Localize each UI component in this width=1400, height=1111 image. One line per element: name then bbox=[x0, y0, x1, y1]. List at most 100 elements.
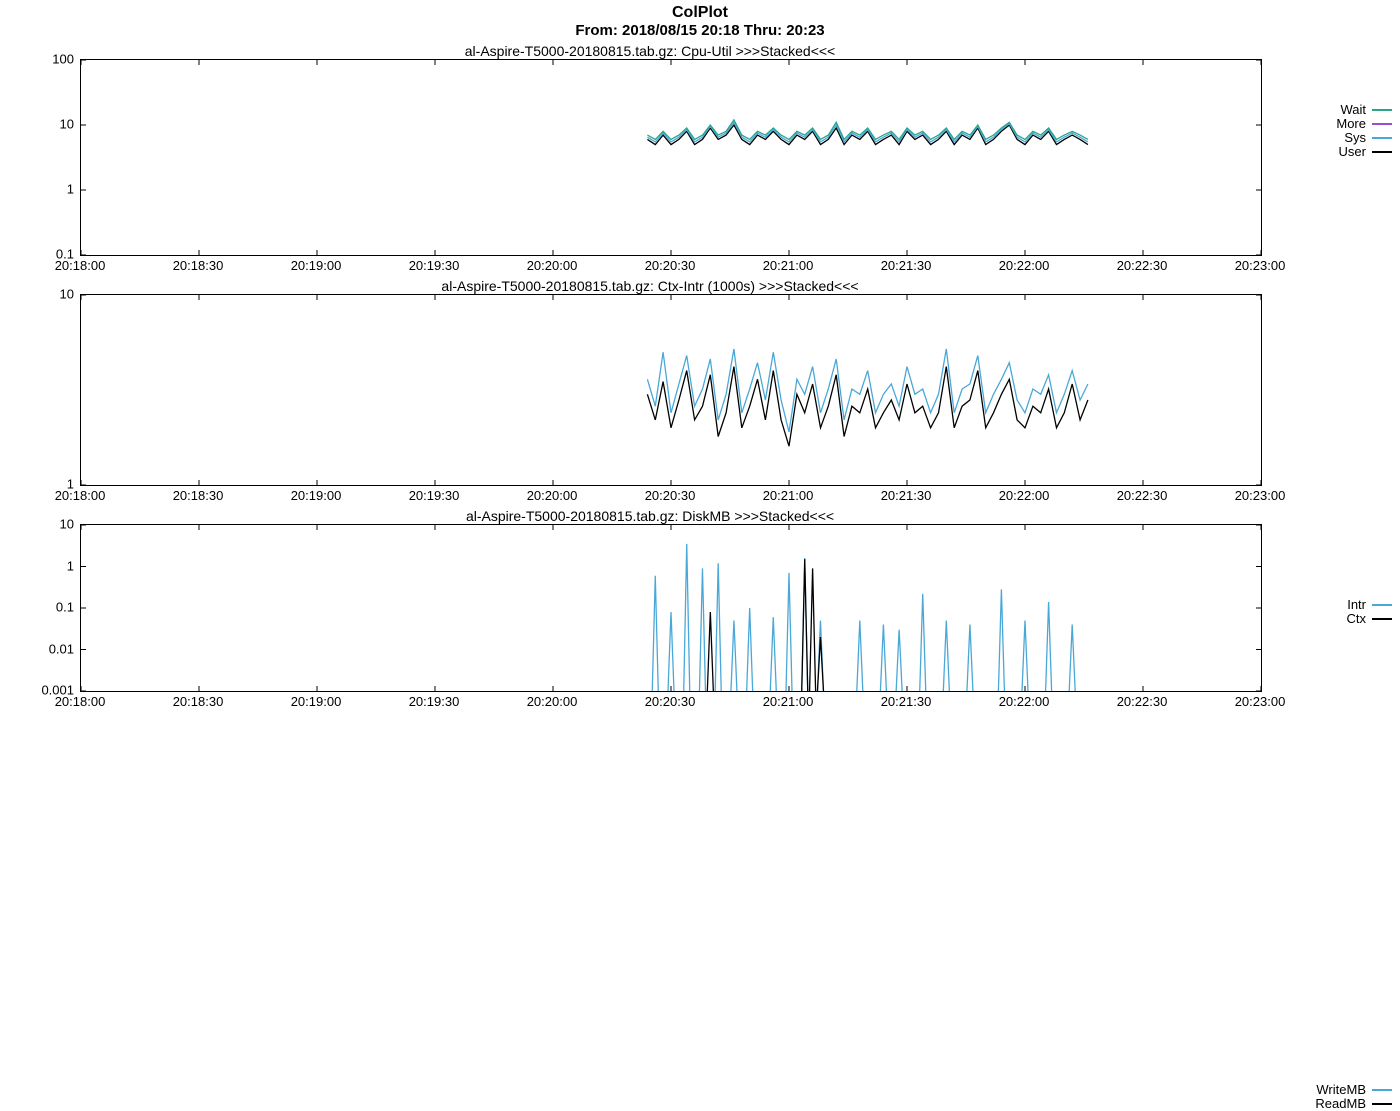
plot-area bbox=[80, 294, 1262, 486]
x-tick-label: 20:19:00 bbox=[291, 258, 342, 273]
x-tick-label: 20:22:00 bbox=[999, 258, 1050, 273]
chart-block: al-Aspire-T5000-20180815.tab.gz: Ctx-Int… bbox=[0, 278, 1400, 508]
spike bbox=[731, 620, 737, 691]
x-tick-label: 20:19:30 bbox=[409, 488, 460, 503]
x-tick-label: 20:18:00 bbox=[55, 488, 106, 503]
y-axis: 110 bbox=[0, 294, 80, 484]
x-tick-label: 20:21:00 bbox=[763, 258, 814, 273]
spike bbox=[684, 544, 690, 691]
spike bbox=[707, 612, 713, 691]
legend-entry: Wait bbox=[1336, 103, 1392, 117]
x-tick-label: 20:20:30 bbox=[645, 488, 696, 503]
x-tick-label: 20:20:30 bbox=[645, 694, 696, 709]
x-tick-label: 20:21:00 bbox=[763, 694, 814, 709]
legend-label: ReadMB bbox=[1315, 1097, 1366, 1111]
x-tick-label: 20:22:00 bbox=[999, 694, 1050, 709]
legend-swatch bbox=[1372, 1089, 1392, 1091]
spike bbox=[770, 617, 776, 691]
x-tick-label: 20:23:00 bbox=[1235, 694, 1286, 709]
x-tick-label: 20:20:00 bbox=[527, 694, 578, 709]
y-tick-label: 10 bbox=[60, 287, 74, 302]
spike bbox=[668, 612, 674, 691]
chart-title: al-Aspire-T5000-20180815.tab.gz: Ctx-Int… bbox=[0, 278, 1400, 294]
y-tick-label: 1 bbox=[67, 182, 74, 197]
x-tick-label: 20:21:30 bbox=[881, 258, 932, 273]
plot-area bbox=[80, 59, 1262, 256]
time-range: From: 2018/08/15 20:18 Thru: 20:23 bbox=[0, 22, 1400, 39]
spike bbox=[998, 589, 1004, 691]
y-tick-label: 10 bbox=[60, 517, 74, 532]
x-axis: 20:18:0020:18:3020:19:0020:19:3020:20:00… bbox=[80, 256, 1260, 278]
spike bbox=[967, 625, 973, 691]
chart-svg bbox=[81, 295, 1261, 485]
legend-swatch bbox=[1372, 151, 1392, 153]
x-tick-label: 20:21:00 bbox=[763, 488, 814, 503]
legend: WaitMoreSysUser bbox=[1336, 103, 1392, 159]
x-tick-label: 20:22:30 bbox=[1117, 258, 1168, 273]
legend-entry: Sys bbox=[1336, 131, 1392, 145]
legend-label: Wait bbox=[1340, 103, 1366, 117]
legend-entry: ReadMB bbox=[1315, 1097, 1392, 1111]
x-tick-label: 20:18:30 bbox=[173, 488, 224, 503]
x-tick-label: 20:20:00 bbox=[527, 488, 578, 503]
spike bbox=[1046, 602, 1052, 691]
x-tick-label: 20:20:30 bbox=[645, 258, 696, 273]
page-title: ColPlot bbox=[0, 0, 1400, 22]
spike bbox=[802, 559, 808, 691]
legend-swatch bbox=[1372, 123, 1392, 125]
chart-title: al-Aspire-T5000-20180815.tab.gz: DiskMB … bbox=[0, 508, 1400, 524]
chart-title: al-Aspire-T5000-20180815.tab.gz: Cpu-Uti… bbox=[0, 43, 1400, 59]
x-tick-label: 20:18:30 bbox=[173, 258, 224, 273]
y-tick-label: 0.1 bbox=[56, 600, 74, 615]
legend-swatch bbox=[1372, 137, 1392, 139]
y-axis: 0.0010.010.1110 bbox=[0, 524, 80, 690]
x-tick-label: 20:18:00 bbox=[55, 258, 106, 273]
x-tick-label: 20:18:00 bbox=[55, 694, 106, 709]
legend-label: User bbox=[1339, 145, 1366, 159]
spike bbox=[1069, 625, 1075, 691]
x-tick-label: 20:23:00 bbox=[1235, 488, 1286, 503]
plot-area bbox=[80, 524, 1262, 692]
x-tick-label: 20:21:30 bbox=[881, 488, 932, 503]
legend-label: More bbox=[1336, 117, 1366, 131]
legend-label: Sys bbox=[1344, 131, 1366, 145]
spike bbox=[943, 620, 949, 691]
spike bbox=[920, 594, 926, 691]
legend-entry: More bbox=[1336, 117, 1392, 131]
x-tick-label: 20:19:30 bbox=[409, 258, 460, 273]
legend-label: WriteMB bbox=[1316, 1083, 1366, 1097]
spike bbox=[810, 568, 816, 691]
x-tick-label: 20:19:30 bbox=[409, 694, 460, 709]
x-tick-label: 20:22:00 bbox=[999, 488, 1050, 503]
legend-entry: WriteMB bbox=[1315, 1083, 1392, 1097]
spike bbox=[1022, 620, 1028, 691]
spike bbox=[817, 637, 823, 691]
chart-svg bbox=[81, 525, 1261, 691]
y-tick-label: 100 bbox=[52, 52, 74, 67]
spike bbox=[715, 563, 721, 691]
x-tick-label: 20:22:30 bbox=[1117, 488, 1168, 503]
y-tick-label: 10 bbox=[60, 117, 74, 132]
x-tick-label: 20:21:30 bbox=[881, 694, 932, 709]
x-axis: 20:18:0020:18:3020:19:0020:19:3020:20:00… bbox=[80, 486, 1260, 508]
spike bbox=[747, 608, 753, 691]
legend-swatch bbox=[1372, 109, 1392, 111]
chart-block: al-Aspire-T5000-20180815.tab.gz: Cpu-Uti… bbox=[0, 43, 1400, 278]
legend: WriteMBReadMB bbox=[1315, 1083, 1392, 1111]
x-tick-label: 20:23:00 bbox=[1235, 258, 1286, 273]
x-tick-label: 20:19:00 bbox=[291, 694, 342, 709]
y-tick-label: 0.01 bbox=[49, 641, 74, 656]
spike bbox=[786, 573, 792, 691]
spike bbox=[699, 568, 705, 691]
chart-svg bbox=[81, 60, 1261, 255]
y-tick-label: 1 bbox=[67, 558, 74, 573]
legend-swatch bbox=[1372, 1103, 1392, 1105]
x-tick-label: 20:22:30 bbox=[1117, 694, 1168, 709]
spike bbox=[896, 630, 902, 691]
x-tick-label: 20:20:00 bbox=[527, 258, 578, 273]
legend-entry: User bbox=[1336, 145, 1392, 159]
x-axis: 20:18:0020:18:3020:19:0020:19:3020:20:00… bbox=[80, 692, 1260, 714]
y-axis: 0.1110100 bbox=[0, 59, 80, 254]
spike bbox=[880, 625, 886, 691]
spike bbox=[857, 620, 863, 691]
